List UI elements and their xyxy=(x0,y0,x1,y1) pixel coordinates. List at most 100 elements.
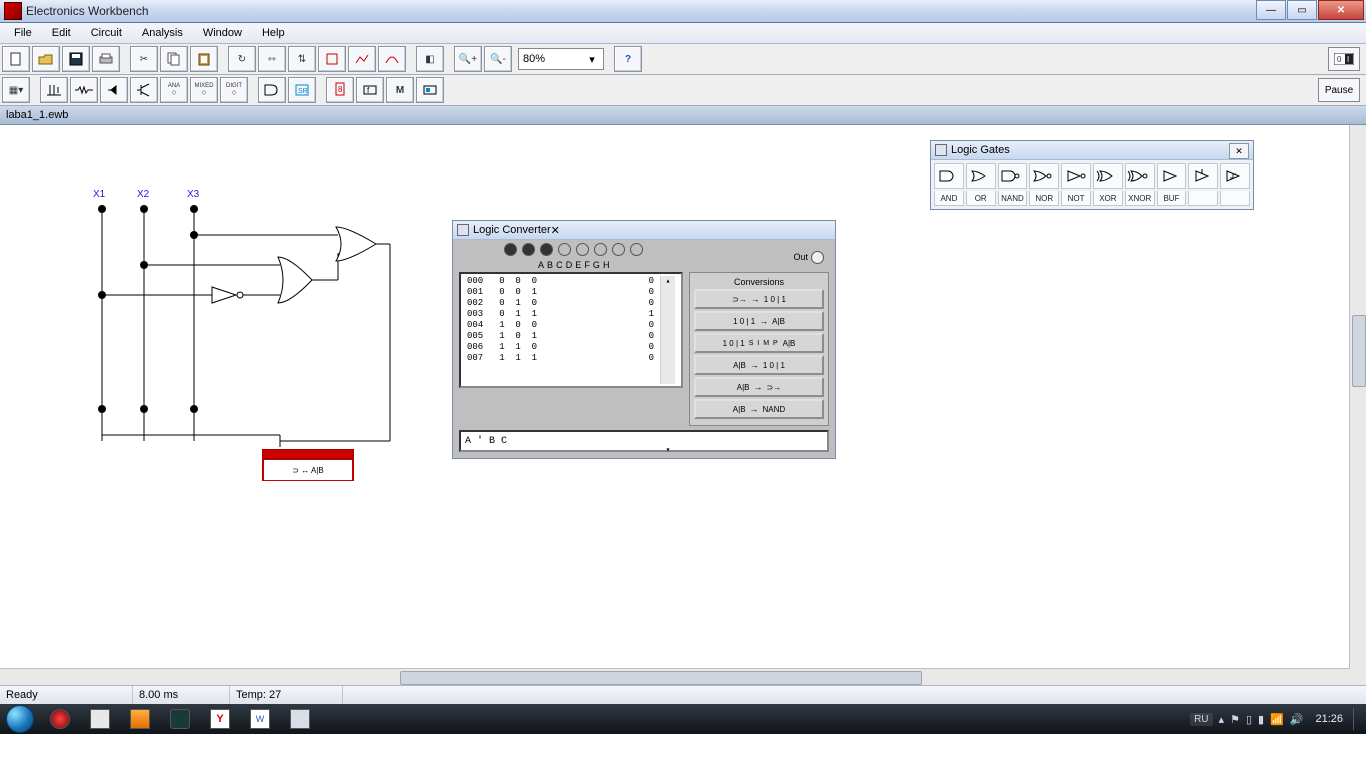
tray-flag-icon[interactable]: ⚑ xyxy=(1230,713,1240,726)
logic-converter-close-button[interactable]: ✕ xyxy=(551,224,560,237)
taskbar-app-1[interactable] xyxy=(40,706,80,732)
system-tray[interactable]: RU ▴ ⚑ ▯ ▮ 📶 🔊 21:26 xyxy=(1190,704,1362,734)
logic-gates-palette[interactable]: Logic Gates ✕ AND OR NAND NOR NOT xyxy=(930,140,1254,210)
tray-volume-icon[interactable]: 🔊 xyxy=(1290,713,1304,726)
mixed-ics-bin[interactable]: MIXED◇ xyxy=(190,77,218,103)
logic-gates-bin[interactable] xyxy=(258,77,286,103)
truth-table[interactable]: 000 001 002 003 004 005 006 007 0 0 0 0 … xyxy=(459,272,683,388)
copy-button[interactable] xyxy=(160,46,188,72)
favorites-bin[interactable]: ▦▾ xyxy=(2,77,30,103)
taskbar-app-2[interactable] xyxy=(80,706,120,732)
gate-tristate[interactable] xyxy=(1188,163,1218,189)
language-indicator[interactable]: RU xyxy=(1190,713,1212,726)
subcircuit-button[interactable] xyxy=(318,46,346,72)
terminal-e[interactable] xyxy=(576,243,589,256)
misc-bin[interactable]: M xyxy=(386,77,414,103)
menu-window[interactable]: Window xyxy=(193,25,252,41)
tray-chevron-icon[interactable]: ▴ xyxy=(1219,713,1225,726)
menu-help[interactable]: Help xyxy=(252,25,295,41)
minimize-button[interactable]: — xyxy=(1256,0,1286,20)
horizontal-scrollbar[interactable] xyxy=(0,668,1350,685)
conv-tt-to-expr[interactable]: 1 0 | 1→A|B xyxy=(694,311,824,331)
digital-ics-bin[interactable]: DIGIT◇ xyxy=(220,77,248,103)
terminal-c[interactable] xyxy=(540,243,553,256)
gate-xnor-2[interactable] xyxy=(1125,163,1155,189)
logic-converter-window[interactable]: Logic Converter ✕ A xyxy=(452,220,836,459)
logic-converter-component[interactable]: ⊃ ↔ A|B xyxy=(262,449,354,481)
gate-schmitt[interactable] xyxy=(1220,163,1250,189)
terminal-h[interactable] xyxy=(630,243,643,256)
instruments-bin[interactable] xyxy=(416,77,444,103)
taskbar[interactable]: Y W RU ▴ ⚑ ▯ ▮ 📶 🔊 21:26 xyxy=(0,704,1366,734)
power-switch[interactable]: 0I xyxy=(1328,47,1360,71)
fliph-button[interactable]: ⇿ xyxy=(258,46,286,72)
close-button[interactable]: ✕ xyxy=(1318,0,1364,20)
terminal-d[interactable] xyxy=(558,243,571,256)
open-button[interactable] xyxy=(32,46,60,72)
menu-analysis[interactable]: Analysis xyxy=(132,25,193,41)
gate-nand-2[interactable] xyxy=(998,163,1028,189)
start-button[interactable] xyxy=(0,704,40,734)
terminal-f[interactable] xyxy=(594,243,607,256)
taskbar-app-5[interactable]: Y xyxy=(200,706,240,732)
gate-and-2[interactable] xyxy=(934,163,964,189)
zoom-select[interactable]: 80%▾ xyxy=(518,48,604,70)
diodes-bin[interactable] xyxy=(100,77,128,103)
sources-bin[interactable] xyxy=(40,77,68,103)
logic-converter-titlebar[interactable]: Logic Converter ✕ xyxy=(453,221,835,240)
component-props-button[interactable]: ◧ xyxy=(416,46,444,72)
schematic-canvas[interactable]: X1 X2 X3 xyxy=(0,125,1366,685)
taskbar-app-7[interactable] xyxy=(280,706,320,732)
cut-button[interactable]: ✂ xyxy=(130,46,158,72)
terminal-b[interactable] xyxy=(522,243,535,256)
conv-expr-to-nand[interactable]: A|B→NAND xyxy=(694,399,824,419)
graph2-button[interactable] xyxy=(378,46,406,72)
indicators-bin[interactable]: 8 xyxy=(326,77,354,103)
tray-battery-icon[interactable]: ▯ xyxy=(1246,713,1252,726)
gate-xor-2[interactable] xyxy=(1093,163,1123,189)
controls-bin[interactable]: f xyxy=(356,77,384,103)
menu-file[interactable]: File xyxy=(4,25,42,41)
document-tab[interactable]: laba1_1.ewb xyxy=(6,109,68,121)
conv-tt-simp-expr[interactable]: 1 0 | 1S I M PA|B xyxy=(694,333,824,353)
conv-circuit-to-tt[interactable]: ⊃→→1 0 | 1 xyxy=(694,289,824,309)
basic-bin[interactable] xyxy=(70,77,98,103)
menu-circuit[interactable]: Circuit xyxy=(81,25,132,41)
taskbar-app-4[interactable] xyxy=(160,706,200,732)
taskbar-clock[interactable]: 21:26 xyxy=(1315,713,1343,725)
terminal-a[interactable] xyxy=(504,243,517,256)
palette-close-button[interactable]: ✕ xyxy=(1229,143,1249,159)
print-button[interactable] xyxy=(92,46,120,72)
expression-field[interactable]: A ' B C xyxy=(459,430,829,452)
terminal-out[interactable] xyxy=(811,251,824,264)
rotate-button[interactable]: ↻ xyxy=(228,46,256,72)
gate-not[interactable] xyxy=(1061,163,1091,189)
gate-or-2[interactable] xyxy=(966,163,996,189)
taskbar-app-3[interactable] xyxy=(120,706,160,732)
show-desktop-button[interactable] xyxy=(1353,708,1362,730)
save-button[interactable] xyxy=(62,46,90,72)
digital-bin[interactable]: SR xyxy=(288,77,316,103)
gate-nor-2[interactable] xyxy=(1029,163,1059,189)
help-button[interactable]: ? xyxy=(614,46,642,72)
palette-titlebar[interactable]: Logic Gates ✕ xyxy=(931,141,1253,160)
zoomin-button[interactable]: 🔍+ xyxy=(454,46,482,72)
taskbar-app-6[interactable]: W xyxy=(240,706,280,732)
tray-wifi-icon[interactable]: 📶 xyxy=(1270,713,1284,726)
vertical-scrollbar[interactable] xyxy=(1349,125,1366,685)
graph-button[interactable] xyxy=(348,46,376,72)
maximize-button[interactable]: ▭ xyxy=(1287,0,1317,20)
new-button[interactable] xyxy=(2,46,30,72)
terminal-g[interactable] xyxy=(612,243,625,256)
flipv-button[interactable]: ⇅ xyxy=(288,46,316,72)
conv-expr-to-circuit[interactable]: A|B→⊃→ xyxy=(694,377,824,397)
paste-button[interactable] xyxy=(190,46,218,72)
analog-ics-bin[interactable]: ANA◇ xyxy=(160,77,188,103)
pause-button[interactable]: Pause xyxy=(1318,78,1360,102)
tt-scrollbar[interactable]: ▴▾ xyxy=(660,276,675,384)
transistors-bin[interactable] xyxy=(130,77,158,103)
zoomout-button[interactable]: 🔍- xyxy=(484,46,512,72)
gate-buffer[interactable] xyxy=(1157,163,1187,189)
conv-expr-to-tt[interactable]: A|B→1 0 | 1 xyxy=(694,355,824,375)
tray-network-icon[interactable]: ▮ xyxy=(1258,713,1264,726)
